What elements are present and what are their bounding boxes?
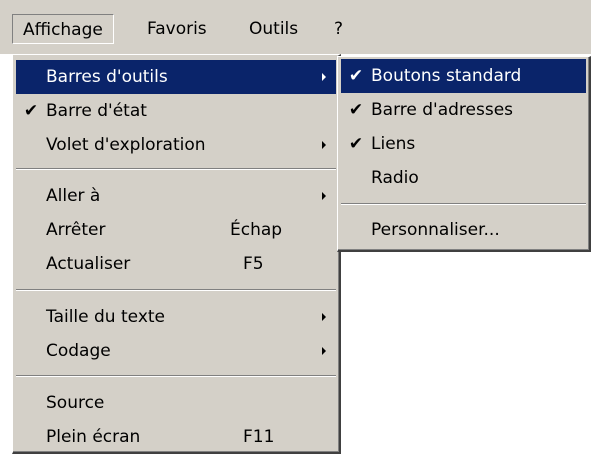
submenu-item-standard-buttons-label: Boutons standard [371,66,522,86]
submenu-item-customize-label: Personnaliser... [371,220,500,240]
submenu-item-radio[interactable]: Radio [341,161,586,195]
submenu-item-customize[interactable]: Personnaliser... [341,213,586,247]
checkmark-icon: ✔ [348,134,364,154]
menu-item-explorer-bar-label: Volet d'exploration [46,135,206,155]
toolbars-submenu: ✔ Boutons standard ✔ Barre d'adresses ✔ … [337,56,591,252]
menu-item-refresh[interactable]: Actualiser F5 [16,247,336,281]
submenu-item-address-bar-label: Barre d'adresses [371,100,514,120]
view-menu: Barres d'outils ✔ Barre d'état Volet d'e… [12,54,341,454]
submenu-arrow-icon [322,192,326,200]
menu-outils[interactable]: Outils [249,14,298,44]
menu-outils-label: Outils [249,19,299,39]
menu-item-source[interactable]: Source [16,386,336,420]
menu-item-stop-label: Arrêter [46,220,106,240]
menu-item-full-screen-label: Plein écran [46,427,141,447]
submenu-item-links-label: Liens [371,134,416,154]
menu-item-go-to[interactable]: Aller à [16,179,336,213]
menu-item-text-size-label: Taille du texte [46,307,165,327]
submenu-arrow-icon [322,313,326,321]
submenu-item-radio-label: Radio [371,168,419,188]
menu-help[interactable]: ? [334,14,343,44]
submenu-item-address-bar[interactable]: ✔ Barre d'adresses [341,93,586,127]
menu-separator [16,375,336,377]
submenu-item-standard-buttons[interactable]: ✔ Boutons standard [341,59,586,93]
checkmark-icon: ✔ [23,101,39,121]
menu-bar: Affichage Favoris Outils ? [0,0,591,54]
checkmark-icon: ✔ [348,100,364,120]
menu-help-label: ? [334,19,344,39]
menu-item-text-size[interactable]: Taille du texte [16,300,336,334]
submenu-arrow-icon [322,347,326,355]
menu-item-full-screen[interactable]: Plein écran F11 [16,420,336,454]
menu-favoris[interactable]: Favoris [147,14,207,44]
menu-item-explorer-bar[interactable]: Volet d'exploration [16,128,336,162]
menu-separator [341,203,586,205]
menu-item-refresh-shortcut: F5 [243,254,264,274]
menu-item-stop[interactable]: Arrêter Échap [16,213,336,247]
menu-item-source-label: Source [46,393,105,413]
menu-item-encoding[interactable]: Codage [16,334,336,368]
menu-item-status-bar[interactable]: ✔ Barre d'état [16,94,336,128]
menu-item-go-to-label: Aller à [46,186,101,206]
submenu-arrow-icon [322,141,326,149]
submenu-item-links[interactable]: ✔ Liens [341,127,586,161]
menu-favoris-label: Favoris [147,19,207,39]
menu-item-toolbars[interactable]: Barres d'outils [16,60,336,94]
menu-item-encoding-label: Codage [46,341,111,361]
menu-item-full-screen-shortcut: F11 [243,427,275,447]
menu-separator [16,289,336,291]
submenu-arrow-icon [322,73,326,81]
menu-affichage[interactable]: Affichage [12,14,114,44]
menu-item-status-bar-label: Barre d'état [46,101,147,121]
menu-affichage-label: Affichage [23,20,103,40]
menu-item-refresh-label: Actualiser [46,254,131,274]
menu-item-toolbars-label: Barres d'outils [46,67,168,87]
menu-item-stop-shortcut: Échap [230,220,283,240]
menu-separator [16,168,336,170]
checkmark-icon: ✔ [348,66,364,86]
